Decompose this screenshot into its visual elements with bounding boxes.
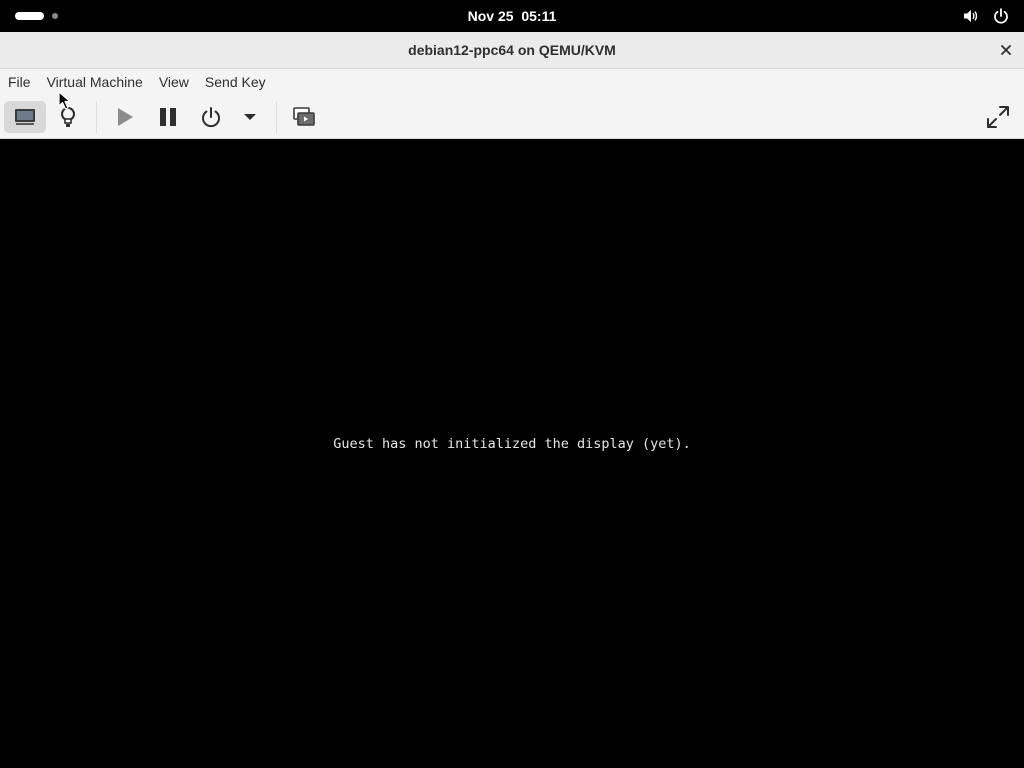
toolbar (0, 96, 1024, 139)
close-icon (1001, 45, 1011, 55)
shutdown-button[interactable] (191, 101, 231, 133)
clock-date[interactable]: Nov 25 (468, 8, 514, 24)
close-window-button[interactable] (996, 40, 1016, 60)
menu-bar: File Virtual Machine View Send Key (0, 69, 1024, 96)
menu-virtual-machine[interactable]: Virtual Machine (39, 69, 151, 96)
pause-icon (160, 108, 176, 126)
console-status-message: Guest has not initialized the display (y… (333, 436, 691, 452)
run-icon (118, 108, 133, 126)
clock-time[interactable]: 05:11 (521, 8, 556, 24)
pause-button[interactable] (148, 101, 188, 133)
activities-button[interactable] (10, 8, 67, 24)
workspace-indicator-active (15, 12, 44, 20)
fullscreen-button[interactable] (978, 101, 1018, 133)
menu-send-key[interactable]: Send Key (197, 69, 274, 96)
mouse-pointer-icon (58, 91, 72, 116)
clock: Nov 25 05:11 (0, 0, 1024, 32)
toolbar-separator (96, 101, 97, 133)
dropdown-arrow-icon (244, 114, 256, 120)
toolbar-separator (276, 101, 277, 133)
snapshots-button[interactable] (284, 101, 324, 133)
workspace-indicator-inactive (52, 13, 58, 19)
system-top-bar: Nov 25 05:11 (0, 0, 1024, 32)
power-icon[interactable] (992, 7, 1010, 25)
run-button[interactable] (104, 101, 144, 133)
system-tray[interactable] (962, 7, 1010, 25)
snapshots-icon (293, 107, 315, 126)
shutdown-menu-button[interactable] (236, 101, 264, 133)
window-title: debian12-ppc64 on QEMU/KVM (408, 42, 616, 58)
console-display-icon (15, 109, 35, 125)
volume-icon[interactable] (962, 7, 980, 25)
shutdown-icon (202, 107, 220, 128)
menu-file[interactable]: File (0, 69, 39, 96)
menu-view[interactable]: View (151, 69, 197, 96)
window-titlebar[interactable]: debian12-ppc64 on QEMU/KVM (0, 32, 1024, 69)
fullscreen-icon (987, 106, 1009, 128)
vm-console-display[interactable]: Guest has not initialized the display (y… (0, 139, 1024, 768)
console-view-button[interactable] (4, 101, 46, 133)
